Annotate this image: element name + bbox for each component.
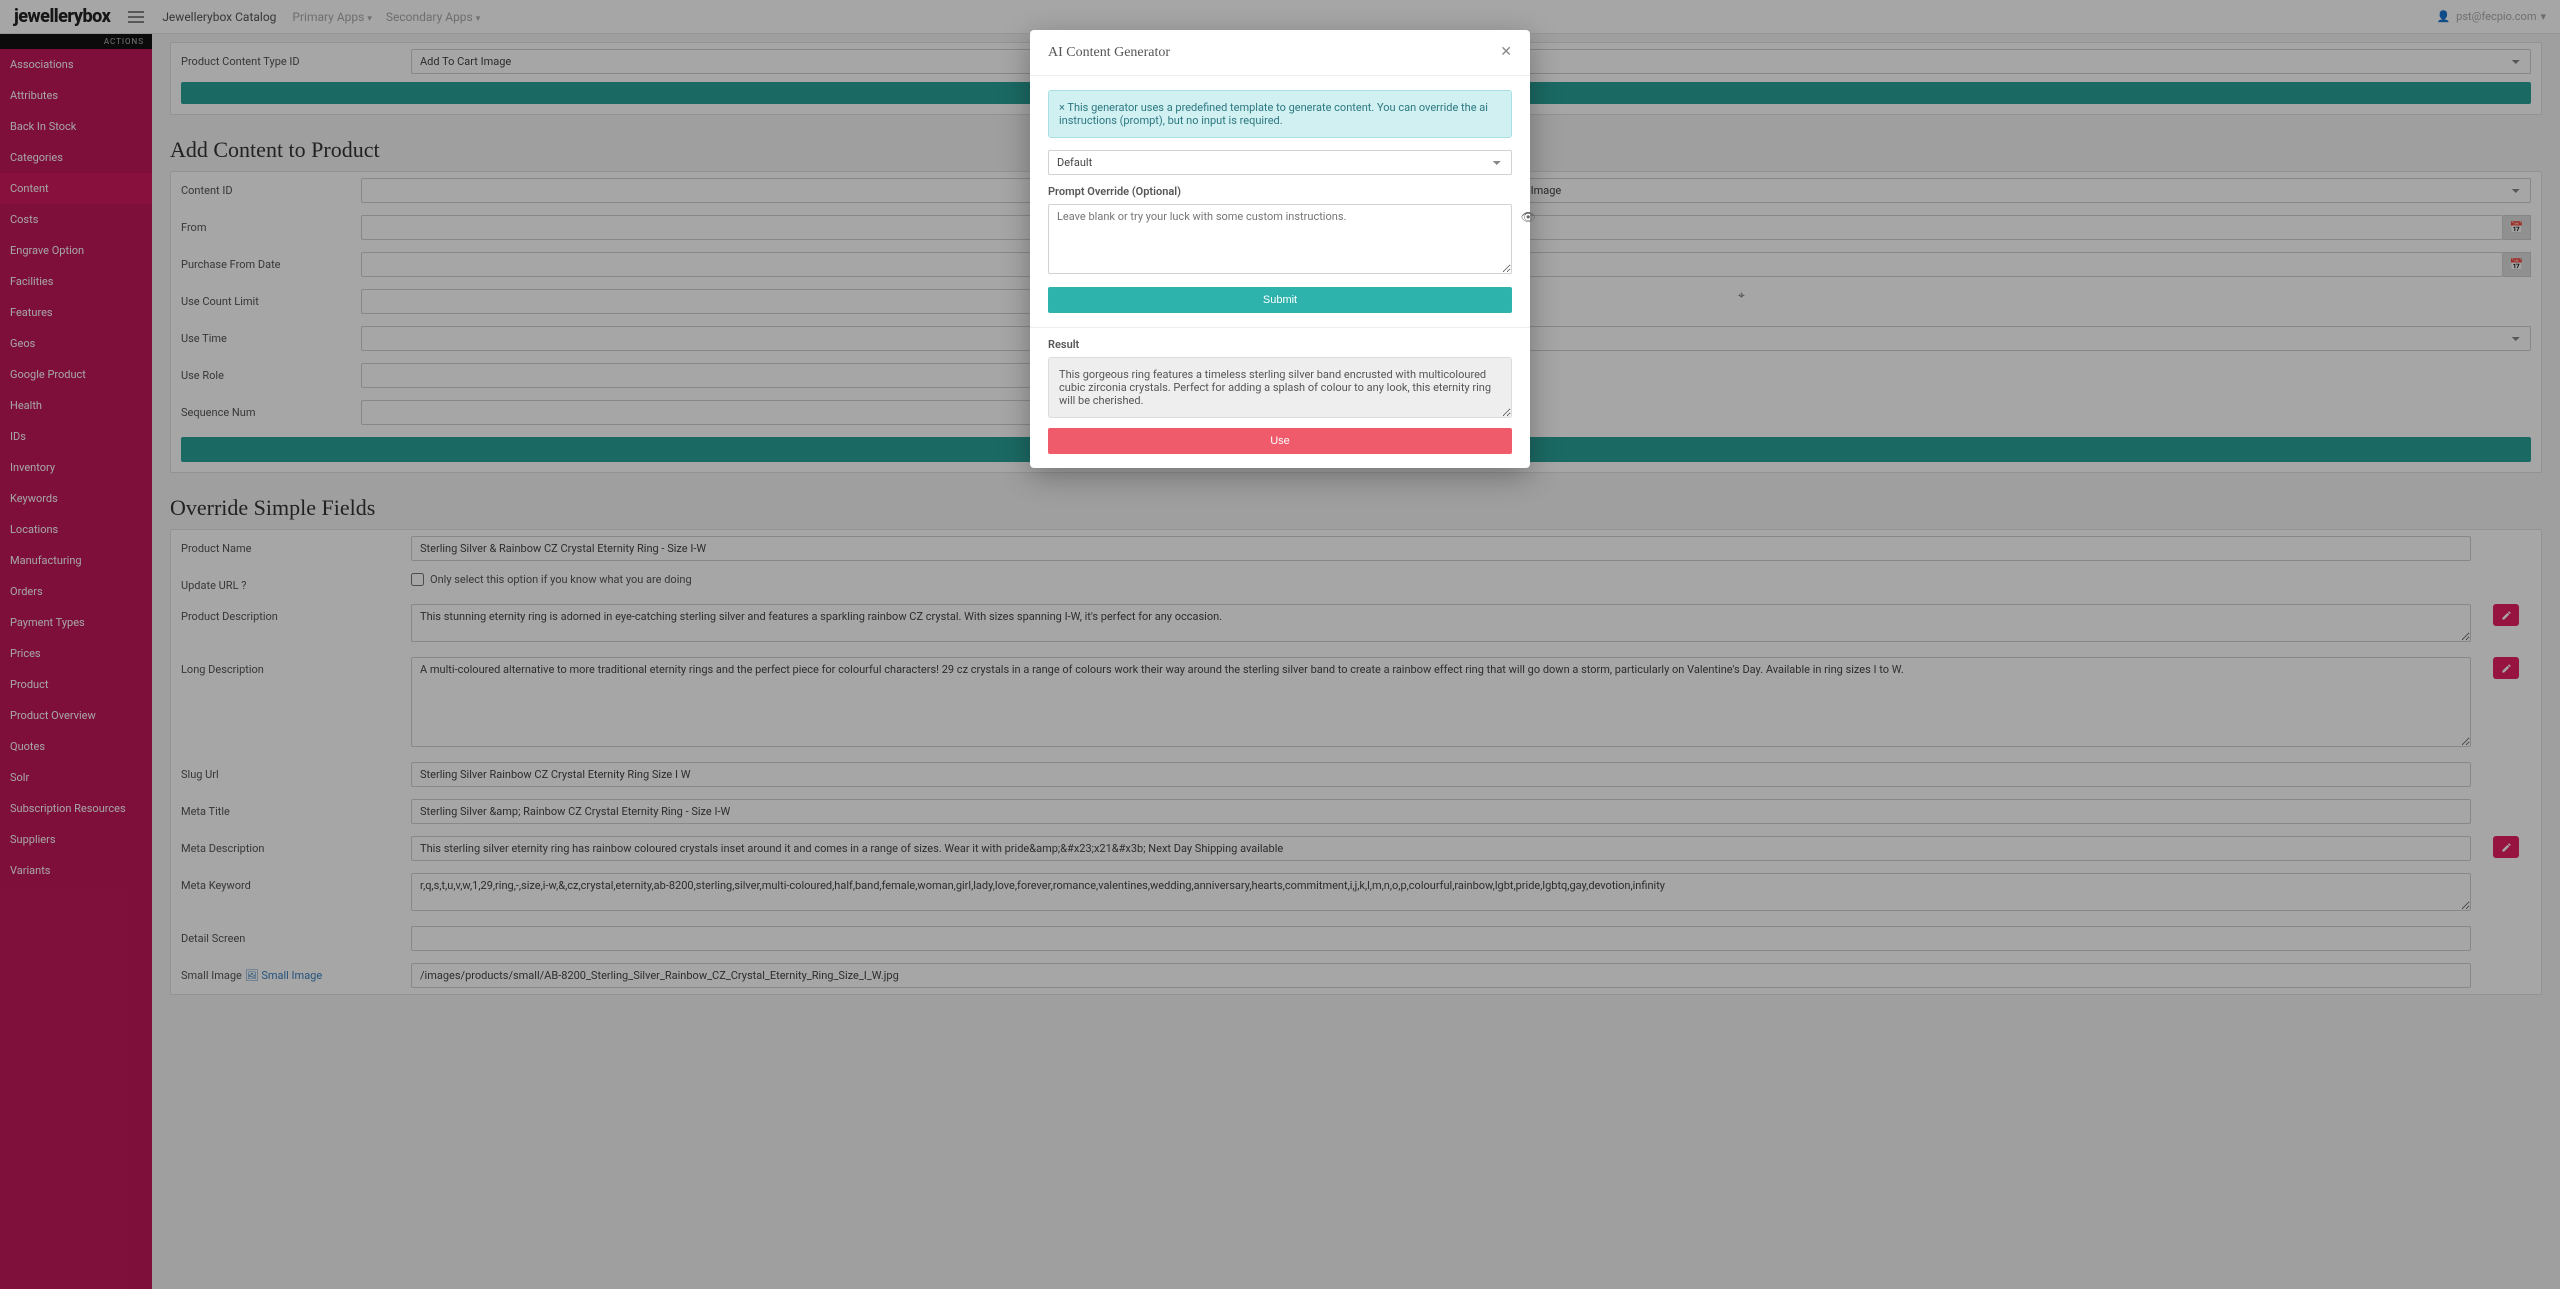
ai-content-generator-modal: AI Content Generator ✕ × This generator … [1030, 30, 1530, 468]
close-icon[interactable]: ✕ [1500, 44, 1512, 61]
modal-title: AI Content Generator [1048, 45, 1170, 61]
page-root: jewellerybox Jewellerybox Catalog Primar… [0, 0, 2560, 1289]
info-banner: × This generator uses a predefined templ… [1048, 90, 1512, 138]
eye-icon[interactable]: 👁 [1521, 210, 1536, 224]
prompt-override-label: Prompt Override (Optional) [1048, 185, 1512, 198]
prompt-override-textarea[interactable] [1048, 204, 1512, 274]
template-select[interactable]: Default [1048, 150, 1512, 175]
result-textarea[interactable]: This gorgeous ring features a timeless s… [1048, 357, 1512, 418]
use-button[interactable]: Use [1048, 428, 1512, 454]
submit-button[interactable]: Submit [1048, 287, 1512, 313]
result-label: Result [1048, 338, 1512, 351]
